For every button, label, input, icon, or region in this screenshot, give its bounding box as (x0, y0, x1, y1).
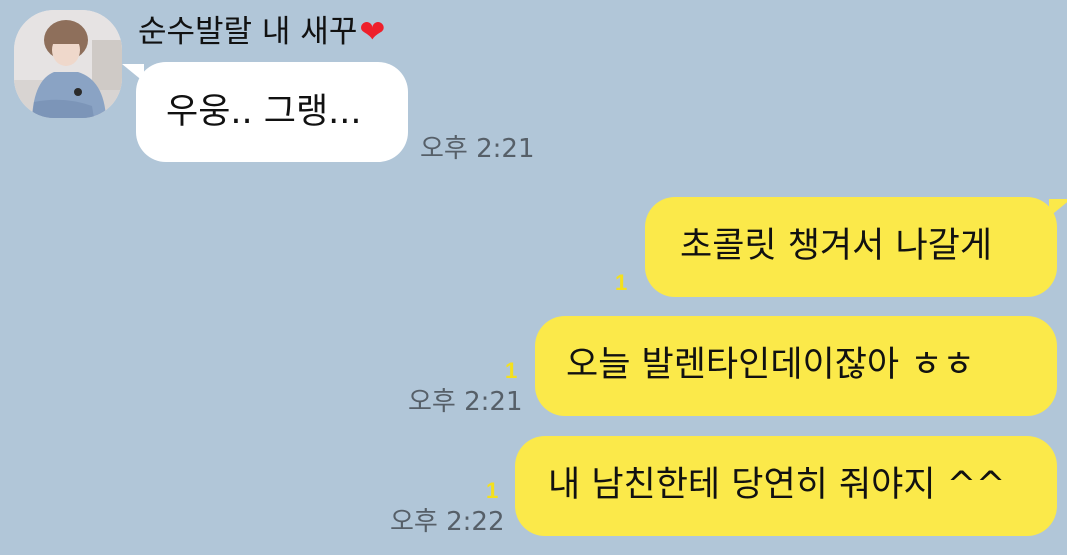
message-time: 오후 2:21 (408, 387, 523, 417)
chat-room: 순수발랄 내 새꾸❤ 우웅.. 그랭... 오후 2:21 1 초콜릿 챙겨서 … (0, 0, 1067, 555)
sender-name-text: 순수발랄 내 새꾸 (138, 14, 358, 50)
message-text: 내 남친한테 당연히 줘야지 ^^ (548, 465, 1006, 505)
message-time: 오후 2:22 (390, 507, 505, 537)
message-text: 오늘 발렌타인데이잖아 ㅎㅎ (566, 345, 975, 385)
sender-name: 순수발랄 내 새꾸❤ (138, 12, 385, 52)
bubble-tail (122, 64, 144, 82)
message-text: 우웅.. 그랭... (166, 92, 362, 132)
message-bubble-outgoing[interactable]: 초콜릿 챙겨서 나갈게 (645, 197, 1067, 297)
message-time: 오후 2:21 (420, 134, 535, 164)
message-bubble-outgoing[interactable]: 내 남친한테 당연히 줘야지 ^^ (515, 436, 1057, 536)
message-text: 초콜릿 챙겨서 나갈게 (680, 226, 993, 266)
unread-count: 1 (615, 270, 628, 295)
avatar-photo (14, 10, 122, 118)
unread-count: 1 (486, 478, 499, 503)
bubble-tail (1049, 199, 1067, 217)
message-bubble-incoming[interactable]: 우웅.. 그랭... (122, 62, 408, 162)
avatar[interactable] (14, 10, 122, 118)
message-bubble-outgoing[interactable]: 오늘 발렌타인데이잖아 ㅎㅎ (535, 316, 1057, 416)
unread-count: 1 (505, 358, 518, 383)
heart-icon: ❤ (359, 14, 386, 50)
